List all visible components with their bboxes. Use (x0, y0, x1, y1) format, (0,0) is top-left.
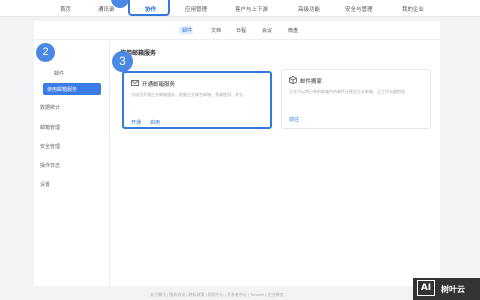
go-link[interactable]: 前往 (289, 116, 299, 123)
sidebar-heading: 邮件 (54, 71, 65, 77)
watermark-text: 树叶云 (441, 285, 465, 294)
nav-item-app-management[interactable]: 应用管理 (185, 5, 207, 13)
tab-drive[interactable]: 微盘 (288, 27, 298, 34)
top-navigation: 首页 通讯录 协作 应用管理 客户与上下游 高级功能 安全与管理 我的企业 (0, 0, 480, 17)
sidebar-item-label: 使用邮箱服务 (47, 87, 78, 93)
nav-item-customers[interactable]: 客户与上下游 (235, 5, 268, 13)
tab-calendar[interactable]: 日程 (236, 27, 246, 34)
nav-item-advanced[interactable]: 高级功能 (298, 5, 320, 13)
footer-links: 关于腾讯 | 服务协议 | 隐私政策 | 帮助中心 | 开发者中心 | Tenc… (150, 292, 284, 297)
card-description: 企业可以将已有的邮箱中的邮件迁移至企业邮箱，让工作无缝衔接 (289, 89, 405, 94)
sidebar-item-security-management[interactable]: 安全管理 (40, 143, 60, 150)
sidebar: 邮件 使用邮箱服务 数据统计 邮箱管理 安全管理 操作日志 设置 (34, 41, 110, 286)
enable-link[interactable]: 开通 (131, 119, 141, 126)
sidebar-item-settings[interactable]: 设置 (40, 181, 50, 188)
sidebar-item-statistics[interactable]: 数据统计 (40, 104, 60, 111)
tutorial-highlight-collaboration (128, 0, 170, 16)
card-description: 为成员开通企业邮箱服务，配备企业域名邮箱、多端使用、安全... (131, 92, 247, 97)
tutorial-step-2-marker: 2 (36, 43, 55, 62)
tab-meeting[interactable]: 会议 (262, 27, 272, 34)
sidebar-item-mailbox-management[interactable]: 邮箱管理 (40, 124, 60, 131)
sidebar-item-operation-log[interactable]: 操作日志 (40, 162, 60, 169)
sub-tabs: 邮件 文档 日程 会议 微盘 (34, 21, 440, 40)
mail-migration-card[interactable]: 邮件搬家 企业可以将已有的邮箱中的邮件迁移至企业邮箱，让工作无缝衔接 前往 (281, 69, 431, 129)
content-panel: 邮件 文档 日程 会议 微盘 邮件 使用邮箱服务 数据统计 邮箱管理 安全管理 … (34, 21, 440, 286)
enable-mail-service-card[interactable]: 开通邮箱服务 为成员开通企业邮箱服务，配备企业域名邮箱、多端使用、安全... 开… (122, 71, 272, 129)
activate-link[interactable]: 启用 (150, 119, 160, 126)
tutorial-step-3-marker: 3 (112, 51, 133, 72)
nav-item-my-enterprise[interactable]: 我的企业 (402, 5, 424, 13)
mail-icon (131, 80, 139, 86)
watermark-logo: AI (417, 280, 435, 296)
nav-item-home[interactable]: 首页 (60, 5, 71, 13)
tab-docs[interactable]: 文档 (211, 27, 221, 34)
card-title: 开通邮箱服务 (142, 82, 176, 88)
cube-icon (289, 76, 297, 84)
tab-mail[interactable]: 邮件 (182, 27, 192, 34)
nav-item-security[interactable]: 安全与管理 (345, 5, 373, 13)
nav-item-contacts[interactable]: 通讯录 (98, 5, 115, 13)
card-title: 邮件搬家 (300, 79, 323, 85)
